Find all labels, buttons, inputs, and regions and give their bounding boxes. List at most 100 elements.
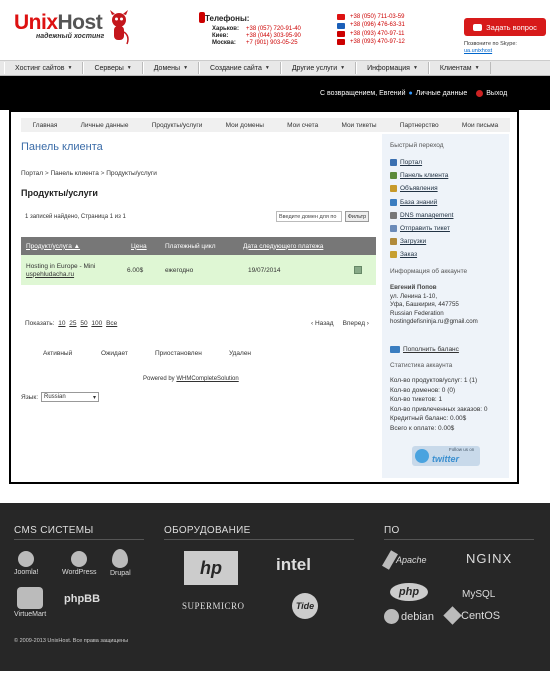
menu-other-services[interactable]: Другие услуги ▼ [280, 62, 357, 74]
debian-logo: debian [384, 609, 434, 624]
column-cycle: Платежный цикл [165, 242, 216, 250]
status-legend: Активный Ожидает Приостановлен Удален [21, 350, 376, 357]
footer-cms-column: CMS СИСТЕМЫ [14, 525, 144, 540]
subnav-tickets[interactable]: Мои тикеты [341, 122, 376, 129]
column-price[interactable]: Цена [107, 243, 151, 250]
skype-link[interactable]: ua.unixhost [464, 48, 492, 54]
products-table: Продукт/услуга ▲ Цена Платежный цикл Дат… [21, 237, 376, 285]
quick-link-label: Объявления [400, 185, 438, 193]
topup-label: Пополнить баланс [403, 346, 459, 353]
site-footer: CMS СИСТЕМЫ ОБОРУДОВАНИЕ ПО Joomla! Word… [0, 503, 550, 686]
breadcrumb-portal[interactable]: Портал [21, 170, 43, 177]
quick-link-dns[interactable]: DNS management [390, 209, 453, 222]
account-address2: Уфа, Башкирия, 447755 [390, 301, 459, 308]
domain-filter-input[interactable]: Введите домен для по [276, 211, 342, 222]
footer-cms-title: CMS СИСТЕМЫ [14, 525, 94, 536]
centos-icon [443, 606, 462, 625]
caret-down-icon: ▼ [474, 65, 480, 71]
subnav-affiliates[interactable]: Партнерство [400, 122, 439, 129]
topup-balance-link[interactable]: Пополнить баланс [390, 346, 459, 353]
breadcrumb-client-panel[interactable]: Панель клиента [51, 170, 99, 177]
caret-down-icon: ▼ [264, 65, 270, 71]
ask-question-button[interactable]: Задать вопрос [464, 18, 546, 36]
breadcrumb-products[interactable]: Продукты/услуги [106, 170, 157, 177]
intel-logo: intel [276, 555, 311, 575]
status-suspended: Приостановлен [155, 350, 202, 357]
caret-down-icon: ▼ [412, 65, 418, 71]
city-name: Харьков: [212, 26, 239, 32]
drupal-logo: Drupal [110, 549, 131, 577]
menu-information[interactable]: Информация ▼ [356, 62, 429, 74]
subnav-emails[interactable]: Мои письма [462, 122, 498, 129]
site-logo[interactable]: UnixHost надежный хостинг [14, 12, 104, 40]
records-found: 1 записей найдено, Страница 1 из 1 [25, 214, 126, 220]
welcome-bar: С возвращением, Евгений ● Личные данные … [0, 76, 550, 110]
dns-icon [390, 211, 397, 219]
divider [384, 539, 534, 540]
subnav-products[interactable]: Продукты/услуги [152, 122, 203, 129]
wordpress-logo: WordPress [62, 551, 97, 576]
menu-site-creation[interactable]: Создание сайта ▼ [199, 62, 281, 74]
whmcs-link[interactable]: WHMCompleteSolution [176, 376, 238, 382]
quick-link-label: Портал [400, 159, 423, 167]
subnav-invoices[interactable]: Мои счета [287, 122, 318, 129]
quick-link-portal[interactable]: Портал [390, 156, 453, 169]
quick-link-downloads[interactable]: Загрузки [390, 235, 453, 248]
menu-hosting[interactable]: Хостинг сайтов ▼ [4, 62, 84, 74]
supermicro-label: SUPERMICRO [182, 601, 245, 611]
breadcrumb: Портал > Панель клиента > Продукты/услуг… [21, 170, 157, 177]
supermicro-logo: SUPERMICRO [182, 601, 245, 611]
quick-link-announcements[interactable]: Объявления [390, 182, 453, 195]
logout-link[interactable]: Выход [486, 90, 507, 97]
quick-link-knowledgebase[interactable]: База знаний [390, 196, 453, 209]
language-select[interactable]: Russian ▾ [41, 392, 99, 402]
menu-servers[interactable]: Серверы ▼ [83, 62, 143, 74]
prev-page-link[interactable]: ‹ Назад [311, 320, 334, 327]
skype-block: Позвоните по Skype: ua.unixhost [464, 41, 517, 55]
cell-date: 19/07/2014 [248, 266, 281, 274]
subnav-domains[interactable]: Мои домены [226, 122, 264, 129]
caret-down-icon: ▼ [183, 65, 189, 71]
menu-label: Информация [367, 64, 410, 72]
footer-hardware-column: ОБОРУДОВАНИЕ [164, 525, 354, 540]
caret-down-icon: ▼ [67, 65, 73, 71]
tide-logo: Tide [292, 593, 318, 619]
quick-link-label: Заказ [400, 251, 418, 259]
subnav-home[interactable]: Главная [33, 122, 58, 129]
quick-link-client-panel[interactable]: Панель клиента [390, 169, 453, 182]
show-100[interactable]: 100 [91, 320, 102, 327]
quick-link-order[interactable]: Заказ [390, 248, 453, 261]
filter-button[interactable]: Фильтр [345, 211, 369, 222]
column-next-due[interactable]: Дата следующего платежа [228, 243, 348, 250]
footer-bottom-strip [0, 671, 550, 686]
city-phone-row: Харьков: +38 (057) 720-91-40 [212, 26, 301, 33]
operator-icon [337, 22, 345, 29]
stat-credit: Кредитный баланс: 0.00$ [390, 415, 467, 422]
twitter-follow-button[interactable]: Follow us on twitter [412, 446, 480, 466]
nginx-label: NGINX [466, 551, 513, 566]
menu-clients[interactable]: Клиентам ▼ [428, 62, 491, 74]
show-10[interactable]: 10 [58, 320, 65, 327]
menu-label: Хостинг сайтов [15, 64, 65, 72]
quick-nav-title: Быстрый переход [390, 142, 444, 149]
subnav-personal-data[interactable]: Личные данные [81, 122, 129, 129]
caret-down-icon: ▼ [340, 65, 346, 71]
menu-domains[interactable]: Домены ▼ [142, 62, 200, 74]
show-50[interactable]: 50 [80, 320, 87, 327]
intel-label: intel [276, 555, 311, 574]
show-all[interactable]: Все [106, 320, 117, 327]
next-page-link[interactable]: Вперед › [343, 320, 369, 327]
product-domain-link[interactable]: uspehludacha.ru [26, 271, 107, 278]
apache-label: Apache [396, 555, 427, 565]
column-product[interactable]: Продукт/услуга ▲ [21, 243, 107, 250]
view-details-icon[interactable] [354, 266, 362, 274]
quick-link-ticket[interactable]: Отправить тикет [390, 222, 453, 235]
language-label: Язык: [21, 393, 38, 401]
personal-data-link[interactable]: Личные данные [416, 90, 468, 97]
menu-label: Другие услуги [291, 64, 338, 72]
show-25[interactable]: 25 [69, 320, 76, 327]
mobile-phone-row: +38 (050) 711-03-59 [337, 13, 405, 21]
status-active: Активный [43, 350, 73, 357]
pagination: ‹ Назад Вперед › [311, 320, 369, 327]
